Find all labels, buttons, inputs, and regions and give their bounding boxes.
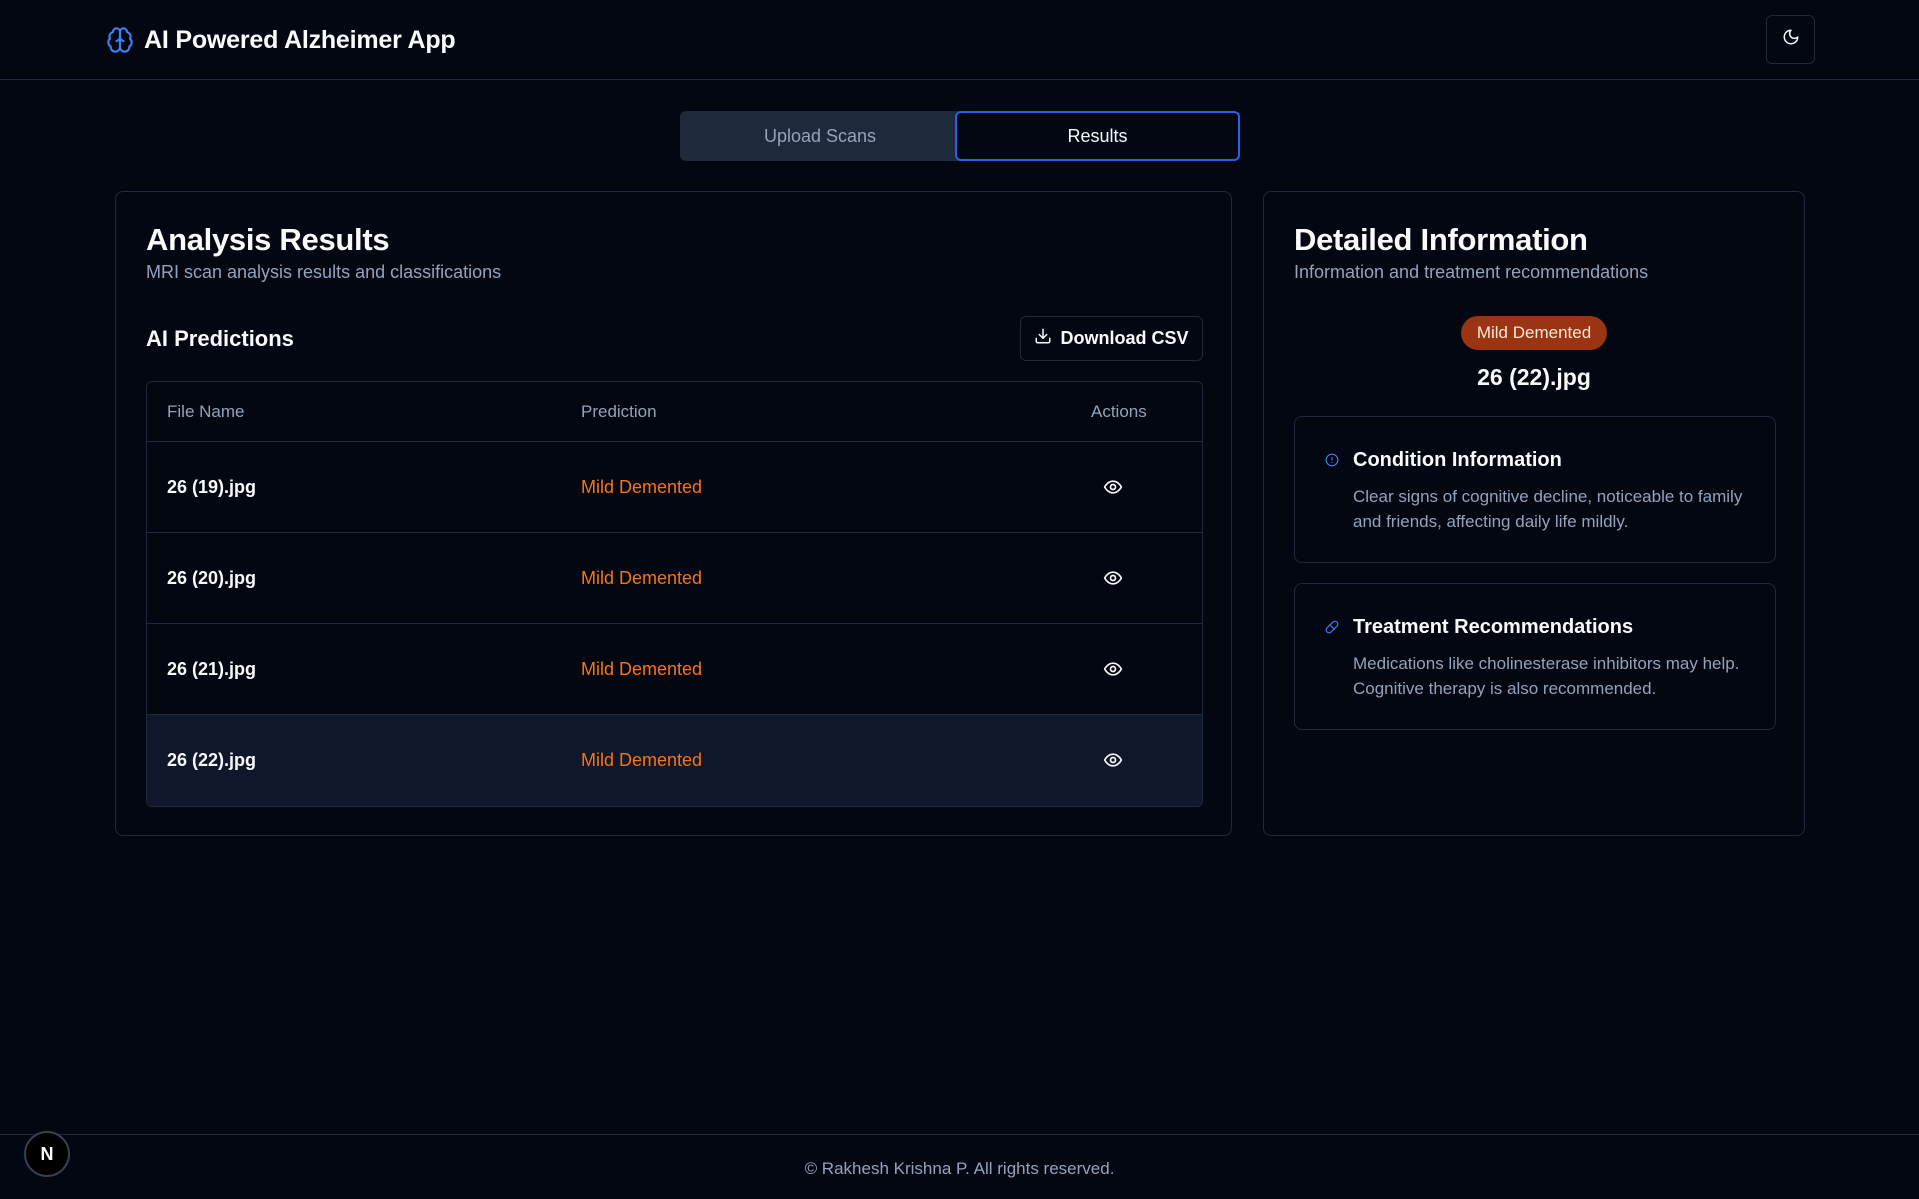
- view-button[interactable]: [1099, 655, 1127, 683]
- download-csv-button[interactable]: Download CSV: [1020, 316, 1203, 361]
- predictions-table: File Name Prediction Actions 26 (19).jpg…: [146, 381, 1203, 807]
- footer: © Rakhesh Krishna P. All rights reserved…: [0, 1134, 1919, 1199]
- table-header: File Name Prediction Actions: [147, 382, 1202, 442]
- moon-icon: [1782, 28, 1800, 51]
- app-title: AI Powered Alzheimer App: [144, 25, 456, 54]
- brand: AI Powered Alzheimer App: [106, 24, 456, 56]
- analysis-results-card: Analysis Results MRI scan analysis resul…: [115, 191, 1232, 836]
- column-prediction: Prediction: [581, 402, 657, 421]
- view-button[interactable]: [1099, 473, 1127, 501]
- download-icon: [1034, 327, 1052, 350]
- detailed-information-card: Detailed Information Information and tre…: [1263, 191, 1805, 836]
- details-title: Detailed Information: [1294, 222, 1588, 257]
- column-file-name: File Name: [167, 402, 245, 421]
- treatment-text: Medications like cholinesterase inhibito…: [1353, 654, 1740, 698]
- download-csv-label: Download CSV: [1060, 328, 1189, 348]
- treatment-title: Treatment Recommendations: [1353, 616, 1634, 638]
- table-row[interactable]: 26 (20).jpg Mild Demented: [147, 533, 1202, 624]
- selected-file-name: 26 (22).jpg: [1477, 364, 1591, 390]
- tab-results[interactable]: Results: [955, 111, 1240, 161]
- table-row[interactable]: 26 (19).jpg Mild Demented: [147, 442, 1202, 533]
- table-row-selected[interactable]: 26 (22).jpg Mild Demented: [147, 715, 1202, 806]
- tab-upload-scans[interactable]: Upload Scans: [680, 111, 960, 161]
- dev-tools-badge[interactable]: N: [24, 1131, 70, 1177]
- pill-icon: [1324, 619, 1340, 635]
- column-actions: Actions: [1091, 402, 1147, 421]
- classification-badge: Mild Demented: [1460, 316, 1608, 350]
- eye-icon: [1103, 571, 1123, 585]
- view-button[interactable]: [1099, 564, 1127, 592]
- info-icon: [1324, 452, 1340, 468]
- details-subtitle: Information and treatment recommendation…: [1294, 262, 1649, 282]
- row-prediction: Mild Demented: [581, 750, 703, 770]
- row-file-name: 26 (19).jpg: [167, 477, 257, 497]
- treatment-info-box: Treatment Recommendations Medications li…: [1294, 583, 1776, 730]
- view-tabs: Upload Scans Results: [680, 111, 1240, 161]
- brain-icon: [106, 26, 134, 54]
- row-prediction: Mild Demented: [581, 477, 703, 497]
- predictions-title: AI Predictions: [146, 326, 294, 351]
- eye-icon: [1103, 662, 1123, 676]
- row-prediction: Mild Demented: [581, 568, 703, 588]
- table-row[interactable]: 26 (21).jpg Mild Demented: [147, 624, 1202, 715]
- row-file-name: 26 (22).jpg: [167, 750, 257, 770]
- eye-icon: [1103, 753, 1123, 767]
- condition-info-box: Condition Information Clear signs of cog…: [1294, 416, 1776, 563]
- row-file-name: 26 (21).jpg: [167, 659, 257, 679]
- condition-text: Clear signs of cognitive decline, notice…: [1353, 487, 1743, 531]
- condition-title: Condition Information: [1353, 449, 1562, 471]
- copyright-text: © Rakhesh Krishna P. All rights reserved…: [804, 1159, 1115, 1178]
- row-file-name: 26 (20).jpg: [167, 568, 257, 588]
- row-prediction: Mild Demented: [581, 659, 703, 679]
- app-page: AI Powered Alzheimer App Upload Scans Re…: [0, 0, 1919, 1199]
- theme-toggle-button[interactable]: [1766, 15, 1815, 64]
- view-button[interactable]: [1099, 746, 1127, 774]
- results-subtitle: MRI scan analysis results and classifica…: [146, 262, 502, 282]
- top-header: AI Powered Alzheimer App: [0, 0, 1919, 80]
- results-title: Analysis Results: [146, 222, 390, 257]
- eye-icon: [1103, 480, 1123, 494]
